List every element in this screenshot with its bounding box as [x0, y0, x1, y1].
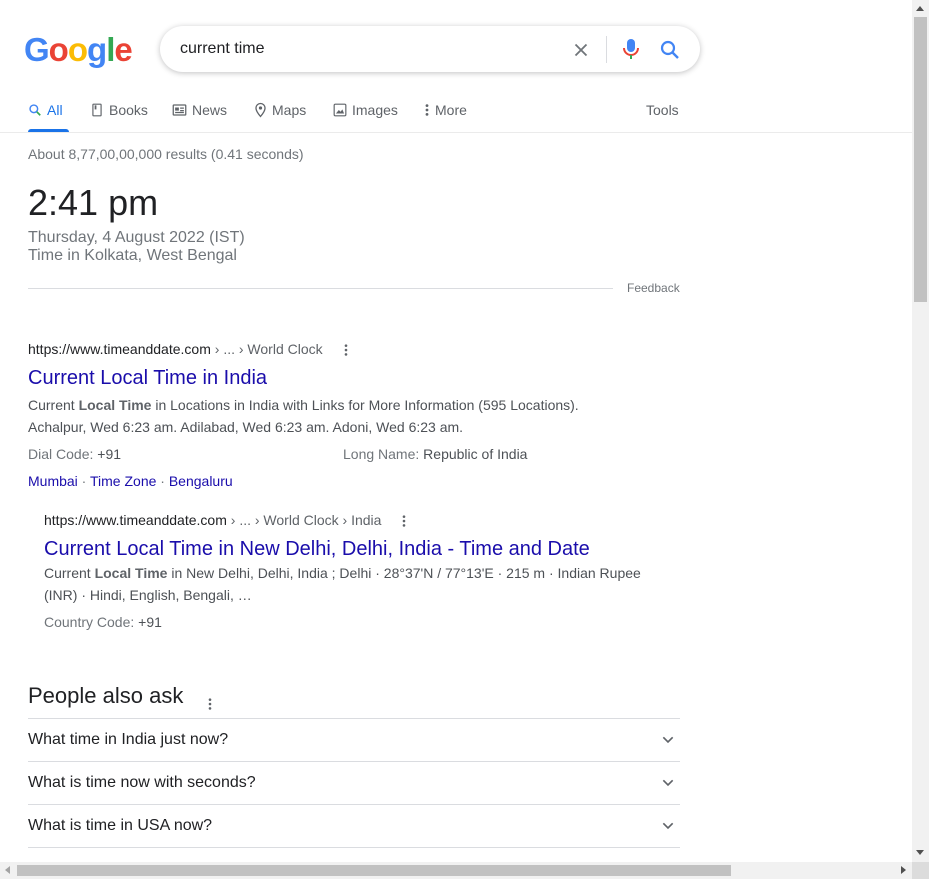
snippet-text: in Locations in India with Links for Mor…: [151, 397, 579, 413]
result-fact: Country Code: +91: [44, 611, 162, 633]
vertical-scroll-thumb[interactable]: [914, 17, 927, 302]
paa-question[interactable]: What time in India just now?: [28, 718, 680, 761]
more-vert-icon: [425, 104, 429, 116]
news-icon: [172, 104, 187, 116]
result-fact: Long Name: Republic of India: [343, 443, 527, 465]
search-result: https://www.timeanddate.com › ... › Worl…: [44, 512, 411, 528]
search-divider: [606, 36, 607, 63]
paa-divider: [28, 847, 680, 848]
fact-label: Dial Code:: [28, 446, 98, 462]
tab-more[interactable]: More: [424, 100, 467, 120]
tools-label: Tools: [646, 102, 679, 118]
scrollbar-corner: [912, 862, 929, 879]
chevron-down-icon: [662, 822, 674, 830]
result-snippet: Current Local Time in New Delhi, Delhi, …: [44, 562, 669, 606]
result-snippet: Current Local Time in Locations in India…: [28, 394, 668, 438]
tools-button[interactable]: Tools: [646, 100, 679, 120]
result-breadcrumb: › ... › World Clock › India: [226, 512, 382, 528]
more-vert-icon[interactable]: [339, 343, 353, 357]
book-icon: [92, 103, 102, 117]
tab-label: Images: [352, 102, 398, 118]
time-details: Thursday, 4 August 2022 (IST) Time in Ko…: [28, 229, 245, 265]
tab-label: Maps: [272, 102, 307, 118]
result-title-link[interactable]: Current Local Time in New Delhi, Delhi, …: [44, 536, 590, 562]
tab-label: More: [435, 102, 467, 118]
paa-question-text: What time in India just now?: [28, 731, 229, 748]
time-location: Time in Kolkata, West Bengal: [28, 247, 237, 264]
chevron-down-icon: [662, 736, 674, 744]
tab-news[interactable]: News: [172, 100, 227, 120]
logo-letter: g: [87, 31, 107, 68]
people-also-ask-heading: People also ask: [28, 682, 217, 710]
more-vert-icon[interactable]: [397, 514, 411, 528]
sitelink[interactable]: Bengaluru: [169, 473, 233, 489]
header-divider: [0, 132, 912, 133]
search-result: https://www.timeanddate.com › ... › Worl…: [28, 341, 353, 357]
paa-question-text: What is time now with seconds?: [28, 774, 256, 791]
tab-all[interactable]: All: [28, 100, 63, 120]
snippet-text: in New Delhi, Delhi, India ; Delhi · 28°…: [167, 565, 641, 581]
result-url: https://www.timeanddate.com: [28, 341, 211, 357]
fact-value: +91: [138, 614, 162, 630]
result-fact: Dial Code: +91: [28, 443, 121, 465]
horizontal-scroll-thumb[interactable]: [17, 865, 731, 876]
snippet-text: Current: [28, 397, 79, 413]
image-icon: [333, 103, 347, 117]
search-input[interactable]: [180, 38, 560, 60]
separator: ·: [77, 473, 90, 489]
tab-maps[interactable]: Maps: [254, 100, 306, 120]
snippet-text: Current: [44, 565, 95, 581]
result-title-link[interactable]: Current Local Time in India: [28, 365, 267, 391]
paa-question[interactable]: What is time in USA now?: [28, 804, 680, 847]
result-cite[interactable]: https://www.timeanddate.com › ... › Worl…: [44, 512, 411, 528]
card-divider: [28, 288, 613, 289]
fact-value: +91: [97, 446, 122, 462]
tab-label: Books: [109, 102, 148, 118]
search-box: [160, 26, 700, 72]
chevron-down-icon: [662, 779, 674, 787]
paa-question[interactable]: What is time now with seconds?: [28, 761, 680, 804]
scroll-left-arrow-icon[interactable]: [5, 866, 10, 874]
more-vert-icon[interactable]: [203, 690, 217, 710]
scroll-right-arrow-icon[interactable]: [901, 866, 906, 874]
fact-label: Country Code:: [44, 614, 139, 630]
snippet-bold: Local Time: [94, 565, 168, 581]
sitelink[interactable]: Mumbai: [28, 473, 78, 489]
result-breadcrumb: › ... › World Clock: [210, 341, 323, 357]
search-icon: [29, 104, 41, 116]
result-url: https://www.timeanddate.com: [44, 512, 227, 528]
result-stats: About 8,77,00,00,000 results (0.41 secon…: [28, 146, 304, 162]
feedback-link[interactable]: Feedback: [627, 281, 680, 295]
tab-label: All: [47, 102, 63, 118]
tab-label: News: [192, 102, 228, 118]
mic-icon[interactable]: [620, 37, 642, 61]
snippet-bold: Local Time: [78, 397, 152, 413]
search-icon[interactable]: [658, 38, 682, 62]
map-pin-icon: [255, 102, 266, 118]
paa-title-text: People also ask: [28, 683, 184, 708]
sitelinks: Mumbai · Time Zone · Bengaluru: [28, 470, 233, 492]
logo-letter: o: [48, 31, 69, 68]
fact-value: Republic of India: [423, 446, 528, 462]
paa-question-text: What is time in USA now?: [28, 817, 213, 834]
sitelink[interactable]: Time Zone: [90, 473, 156, 489]
snippet-line: (INR) · Hindi, English, Bengali, …: [44, 587, 252, 603]
scroll-up-arrow-icon[interactable]: [916, 6, 924, 11]
logo-letter: e: [114, 31, 132, 68]
tab-books[interactable]: Books: [90, 100, 148, 120]
scroll-down-arrow-icon[interactable]: [916, 850, 924, 855]
tab-images[interactable]: Images: [333, 100, 398, 120]
time-date: Thursday, 4 August 2022 (IST): [28, 229, 245, 246]
current-time: 2:41 pm: [28, 182, 159, 223]
google-logo[interactable]: Google: [24, 30, 133, 70]
logo-letter: G: [24, 31, 50, 68]
close-icon[interactable]: [570, 39, 592, 61]
snippet-line: Achalpur, Wed 6:23 am. Adilabad, Wed 6:2…: [28, 419, 464, 435]
separator: ·: [156, 473, 169, 489]
logo-letter: o: [67, 31, 88, 68]
fact-label: Long Name:: [343, 446, 424, 462]
result-cite[interactable]: https://www.timeanddate.com › ... › Worl…: [28, 341, 353, 357]
